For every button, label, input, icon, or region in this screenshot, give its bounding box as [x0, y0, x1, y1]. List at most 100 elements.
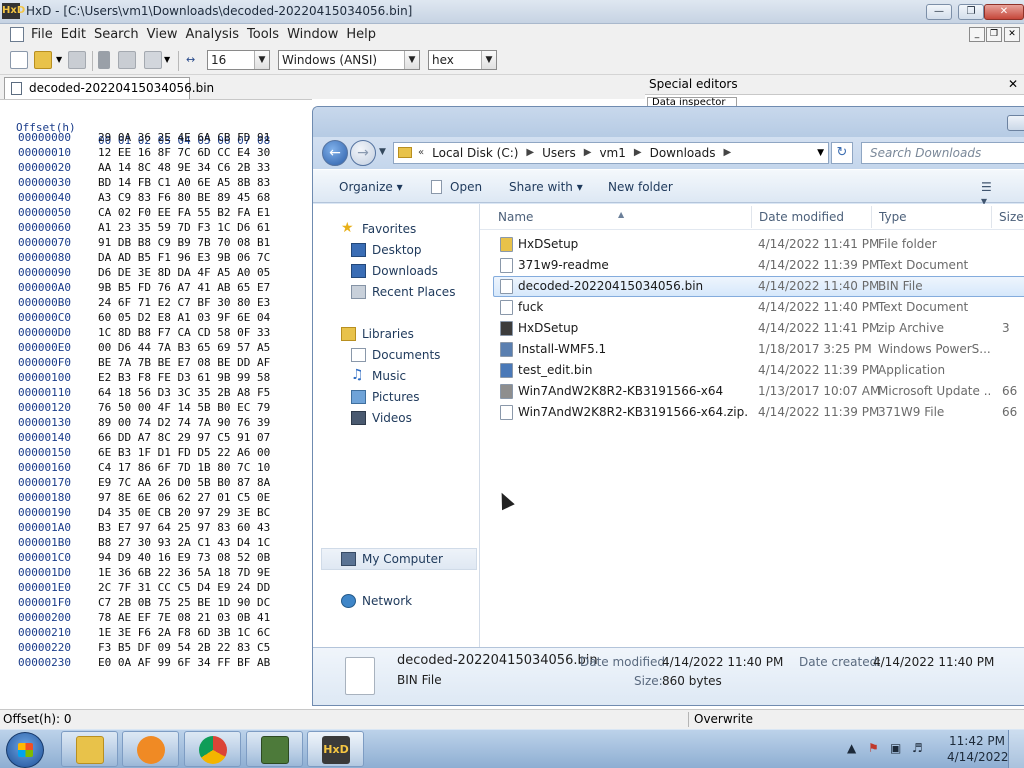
file-row[interactable]: HxDSetup 4/14/2022 11:41 PM zip Archive 3 — [480, 318, 1024, 339]
column-type[interactable]: Type — [879, 210, 907, 224]
hex-row[interactable]: 00000200 78 AE EF 7E 08 21 03 0B 41 — [0, 610, 312, 625]
hex-row-bytes[interactable]: 66 DD A7 8C 29 97 C5 91 07 — [98, 430, 270, 445]
hex-row-bytes[interactable]: DA AD B5 F1 96 E3 9B 06 7C — [98, 250, 270, 265]
file-row[interactable]: Install-WMF5.1 1/18/2017 3:25 PM Windows P… — [480, 339, 1024, 360]
hex-row[interactable]: 00000010 12 EE 16 8F 7C 6D CC E4 30 — [0, 145, 312, 160]
hex-row-bytes[interactable]: 9B B5 FD 76 A7 41 AB 65 E7 — [98, 280, 270, 295]
hex-row[interactable]: 00000080 DA AD B5 F1 96 E3 9B 06 7C — [0, 250, 312, 265]
network-status-icon[interactable]: ▣ — [890, 741, 901, 755]
start-button[interactable] — [6, 732, 44, 768]
change-view-icon[interactable]: ☰ ▾ — [981, 180, 997, 208]
hex-row[interactable]: 000000D0 1C 8D B8 F7 CA CD 58 0F 33 — [0, 325, 312, 340]
new-file-icon[interactable] — [10, 51, 28, 69]
column-date-modified[interactable]: Date modified — [759, 210, 844, 224]
clock-date[interactable]: 4/14/2022 — [947, 750, 1009, 764]
menu-analysis[interactable]: Analysis — [185, 27, 247, 42]
hex-row-bytes[interactable]: D4 35 0E CB 20 97 29 3E BC — [98, 505, 270, 520]
hex-row[interactable]: 00000110 64 18 56 D3 3C 35 2B A8 F5 — [0, 385, 312, 400]
hex-row[interactable]: 000001B0 B8 27 30 93 2A C1 43 D4 1C — [0, 535, 312, 550]
hex-row[interactable]: 00000020 AA 14 8C 48 9E 34 C6 2B 33 — [0, 160, 312, 175]
hex-editor-view[interactable]: Offset(h) 00 01 02 03 04 05 06 07 08 000… — [0, 99, 312, 709]
menu-tools[interactable]: Tools — [247, 27, 287, 42]
hex-row[interactable]: 000001A0 B3 E7 97 64 25 97 83 60 43 — [0, 520, 312, 535]
hex-row-bytes[interactable]: 78 AE EF 7E 08 21 03 0B 41 — [98, 610, 270, 625]
hex-row-bytes[interactable]: 76 50 00 4F 14 5B B0 EC 79 — [98, 400, 270, 415]
hex-row[interactable]: 00000090 D6 DE 3E 8D DA 4F A5 A0 05 — [0, 265, 312, 280]
hex-row-bytes[interactable]: 1E 3E F6 2A F8 6D 3B 1C 6C — [98, 625, 270, 640]
hex-row-bytes[interactable]: 29 0A 36 2E 4E 6A CB FD 91 — [98, 130, 270, 145]
share-with-button[interactable]: Share with ▾ — [509, 180, 583, 194]
breadcrumb-overflow-icon[interactable]: « — [418, 143, 424, 163]
breadcrumb-downloads[interactable]: Downloads — [650, 143, 716, 163]
file-row[interactable]: Win7AndW2K8R2-KB3191566-x64 1/13/2017 10:… — [480, 381, 1024, 402]
address-dropdown-icon[interactable]: ▼ — [817, 143, 824, 163]
hex-row[interactable]: 00000180 97 8E 6E 06 62 27 01 C5 0E — [0, 490, 312, 505]
hex-row[interactable]: 000000C0 60 05 D2 E8 A1 03 9F 6E 04 — [0, 310, 312, 325]
file-list[interactable]: ▲ Name Date modified Type Size HxDSetup 4… — [480, 204, 1024, 647]
hex-row-bytes[interactable]: C4 17 86 6F 7D 1B 80 7C 10 — [98, 460, 270, 475]
hex-row-bytes[interactable]: E9 7C AA 26 D0 5B B0 87 8A — [98, 475, 270, 490]
forward-button[interactable]: → — [350, 140, 376, 166]
save-icon[interactable] — [68, 51, 86, 69]
open-dropdown-icon[interactable]: ▼ — [56, 51, 64, 69]
maximize-button[interactable]: ❐ — [958, 4, 984, 20]
display-mode-select[interactable]: hex ▼ — [428, 50, 497, 70]
hex-row[interactable]: 00000190 D4 35 0E CB 20 97 29 3E BC — [0, 505, 312, 520]
hex-row-bytes[interactable]: 1C 8D B8 F7 CA CD 58 0F 33 — [98, 325, 270, 340]
menu-view[interactable]: View — [147, 27, 186, 42]
hex-row-bytes[interactable]: 64 18 56 D3 3C 35 2B A8 F5 — [98, 385, 270, 400]
hex-row[interactable]: 000001E0 2C 7F 31 CC C5 D4 E9 24 DD — [0, 580, 312, 595]
taskbar-hxd[interactable]: HxD — [307, 731, 364, 767]
breadcrumb-vm1[interactable]: vm1 — [599, 143, 625, 163]
hex-row-bytes[interactable]: BE 7A 7B BE E7 08 BE DD AF — [98, 355, 270, 370]
cut-icon[interactable] — [98, 51, 110, 69]
mdi-close-button[interactable]: ✕ — [1004, 27, 1020, 42]
breadcrumb-users[interactable]: Users — [542, 143, 576, 163]
hex-row-bytes[interactable]: E2 B3 F8 FE D3 61 9B 99 58 — [98, 370, 270, 385]
hex-row[interactable]: 000001F0 C7 2B 0B 75 25 BE 1D 90 DC — [0, 595, 312, 610]
hex-row[interactable]: 00000000 29 0A 36 2E 4E 6A CB FD 91 — [0, 130, 312, 145]
refresh-button[interactable]: ↻ — [831, 142, 853, 164]
bytes-per-row-select[interactable]: 16 ▼ — [207, 50, 270, 70]
hex-row[interactable]: 000000A0 9B B5 FD 76 A7 41 AB 65 E7 — [0, 280, 312, 295]
action-center-icon[interactable]: ⚑ — [868, 741, 879, 755]
hex-row[interactable]: 00000230 E0 0A AF 99 6F 34 FF BF AB — [0, 655, 312, 670]
hex-row[interactable]: 00000040 A3 C9 83 F6 80 BE 89 45 68 — [0, 190, 312, 205]
file-row[interactable]: HxDSetup 4/14/2022 11:41 PM File folder — [480, 234, 1024, 255]
open-button[interactable]: Open — [450, 180, 482, 194]
file-row[interactable]: 371w9-readme 4/14/2022 11:39 PM Text Docum… — [480, 255, 1024, 276]
hex-row-bytes[interactable]: 1E 36 6B 22 36 5A 18 7D 9E — [98, 565, 270, 580]
chevron-right-icon[interactable]: ▶ — [526, 143, 534, 163]
hex-row[interactable]: 00000210 1E 3E F6 2A F8 6D 3B 1C 6C — [0, 625, 312, 640]
file-row[interactable]: fuck 4/14/2022 11:40 PM Text Document — [480, 297, 1024, 318]
column-name[interactable]: Name — [498, 210, 533, 224]
hex-row[interactable]: 00000150 6E B3 1F D1 FD D5 22 A6 00 — [0, 445, 312, 460]
hex-row-bytes[interactable]: 60 05 D2 E8 A1 03 9F 6E 04 — [98, 310, 270, 325]
recent-pages-dropdown-icon[interactable]: ▼ — [379, 147, 386, 157]
hex-row[interactable]: 00000160 C4 17 86 6F 7D 1B 80 7C 10 — [0, 460, 312, 475]
hex-row-bytes[interactable]: C7 2B 0B 75 25 BE 1D 90 DC — [98, 595, 270, 610]
hex-row[interactable]: 00000130 89 00 74 D2 74 7A 90 76 39 — [0, 415, 312, 430]
hex-row-bytes[interactable]: A3 C9 83 F6 80 BE 89 45 68 — [98, 190, 270, 205]
taskbar-chrome[interactable] — [184, 731, 241, 767]
taskbar-media-player[interactable] — [122, 731, 179, 767]
charset-select[interactable]: Windows (ANSI) ▼ — [278, 50, 420, 70]
copy-icon[interactable] — [118, 51, 136, 69]
hex-row-bytes[interactable]: E0 0A AF 99 6F 34 FF BF AB — [98, 655, 270, 670]
hex-row[interactable]: 00000170 E9 7C AA 26 D0 5B B0 87 8A — [0, 475, 312, 490]
hex-row-bytes[interactable]: BD 14 FB C1 A0 6E A5 8B 83 — [98, 175, 270, 190]
chevron-down-icon[interactable]: ▼ — [481, 51, 496, 69]
breadcrumb-local-disk[interactable]: Local Disk (C:) — [432, 143, 518, 163]
hex-row-bytes[interactable]: 6E B3 1F D1 FD D5 22 A6 00 — [98, 445, 270, 460]
organize-button[interactable]: Organize ▾ — [339, 180, 403, 194]
hex-row-bytes[interactable]: 97 8E 6E 06 62 27 01 C5 0E — [98, 490, 270, 505]
back-button[interactable]: ← — [322, 140, 348, 166]
hex-row-bytes[interactable]: 00 D6 44 7A B3 65 69 57 A5 — [98, 340, 270, 355]
close-icon[interactable]: ✕ — [1008, 75, 1018, 93]
taskbar-network-tool[interactable] — [246, 731, 303, 767]
chevron-right-icon[interactable]: ▶ — [584, 143, 592, 163]
hex-row-bytes[interactable]: AA 14 8C 48 9E 34 C6 2B 33 — [98, 160, 270, 175]
file-row[interactable]: test_edit.bin 4/14/2022 11:39 PM Applicati… — [480, 360, 1024, 381]
hex-row-bytes[interactable]: 2C 7F 31 CC C5 D4 E9 24 DD — [98, 580, 270, 595]
hex-row[interactable]: 00000060 A1 23 35 59 7D F3 1C D6 61 — [0, 220, 312, 235]
